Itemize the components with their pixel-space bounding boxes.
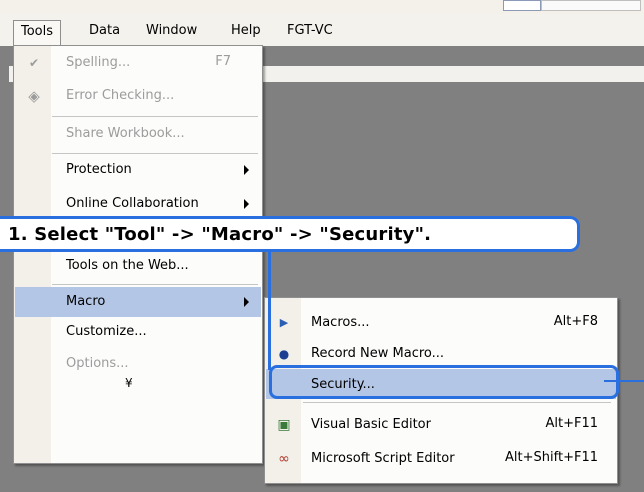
menu-separator (52, 284, 258, 285)
error-checking-icon: ◈ (28, 87, 40, 105)
menu-item-label: Spelling... (66, 55, 131, 70)
menu-bar: Tools Data Window Help FGT-VC (0, 14, 644, 47)
menu-item-label: Share Workbook... (66, 126, 185, 141)
menu-item-visual-basic-editor[interactable]: ▣ Visual Basic Editor Alt+F11 (266, 409, 616, 439)
menu-item-record-new-macro[interactable]: ● Record New Macro... (266, 338, 616, 368)
expand-menu-chevron-icon[interactable]: ¥ (125, 376, 133, 390)
menu-item-share-workbook[interactable]: Share Workbook... (15, 120, 261, 148)
toolbar-dropdown[interactable] (541, 0, 641, 11)
submenu-arrow-icon (244, 165, 249, 175)
menu-item-label: Customize... (66, 324, 147, 339)
menu-item-spelling[interactable]: ✔ Spelling... F7 (15, 49, 261, 77)
menu-item-label: Online Collaboration (66, 196, 199, 211)
menu-item-options[interactable]: Options... (15, 350, 261, 378)
menu-item-customize[interactable]: Customize... (15, 318, 261, 346)
menu-separator (52, 153, 258, 154)
menu-item-tools-on-web[interactable]: Tools on the Web... (15, 252, 261, 280)
menu-item-shortcut: Alt+Shift+F11 (505, 450, 598, 465)
menu-item-protection[interactable]: Protection (15, 156, 261, 184)
submenu-arrow-icon (244, 297, 249, 307)
annotation-connector (268, 252, 271, 370)
menu-item-label: Visual Basic Editor (311, 417, 431, 432)
menu-tools[interactable]: Tools (13, 20, 61, 47)
menu-item-label: Record New Macro... (311, 346, 445, 361)
instruction-text: 1. Select "Tool" -> "Macro" -> "Security… (8, 224, 432, 245)
toolbar-field[interactable] (503, 0, 541, 11)
menu-item-macro[interactable]: Macro (15, 287, 261, 317)
menu-item-online-collaboration[interactable]: Online Collaboration (15, 190, 261, 218)
menu-item-shortcut: Alt+F11 (545, 416, 598, 431)
instruction-banner: 1. Select "Tool" -> "Macro" -> "Security… (0, 216, 580, 252)
annotation-highlight-box (269, 365, 619, 399)
menu-item-shortcut: Alt+F8 (553, 314, 598, 329)
menu-item-label: Tools on the Web... (66, 258, 189, 273)
menu-separator (52, 116, 258, 117)
menu-item-macros[interactable]: ▶ Macros... Alt+F8 (266, 307, 616, 337)
menu-help[interactable]: Help (231, 22, 261, 40)
menu-data[interactable]: Data (89, 22, 120, 40)
play-macro-icon: ▶ (279, 316, 289, 329)
menu-fgt-vc[interactable]: FGT-VC (287, 22, 333, 40)
menu-item-shortcut: F7 (215, 54, 231, 69)
menu-item-label: Error Checking... (66, 88, 175, 103)
menu-item-label: Protection (66, 162, 132, 177)
vb-editor-icon: ▣ (277, 417, 291, 433)
menu-item-label: Macros... (311, 315, 370, 330)
menu-item-label: Options... (66, 356, 129, 371)
tools-menu: ✔ Spelling... F7 ◈ Error Checking... Sha… (13, 45, 263, 464)
spelling-check-icon: ✔ (28, 56, 40, 70)
submenu-arrow-icon (244, 199, 249, 209)
script-editor-icon: ∞ (278, 451, 290, 467)
annotation-pointer-line (604, 380, 644, 382)
menu-item-error-checking[interactable]: ◈ Error Checking... (15, 82, 261, 110)
record-dot-icon: ● (278, 347, 290, 361)
menu-window[interactable]: Window (146, 22, 197, 40)
menu-item-label: Microsoft Script Editor (311, 451, 455, 466)
menu-item-script-editor[interactable]: ∞ Microsoft Script Editor Alt+Shift+F11 (266, 443, 616, 473)
menu-separator (303, 402, 611, 403)
toolbar-strip (0, 0, 644, 15)
menu-item-label: Macro (66, 294, 106, 309)
